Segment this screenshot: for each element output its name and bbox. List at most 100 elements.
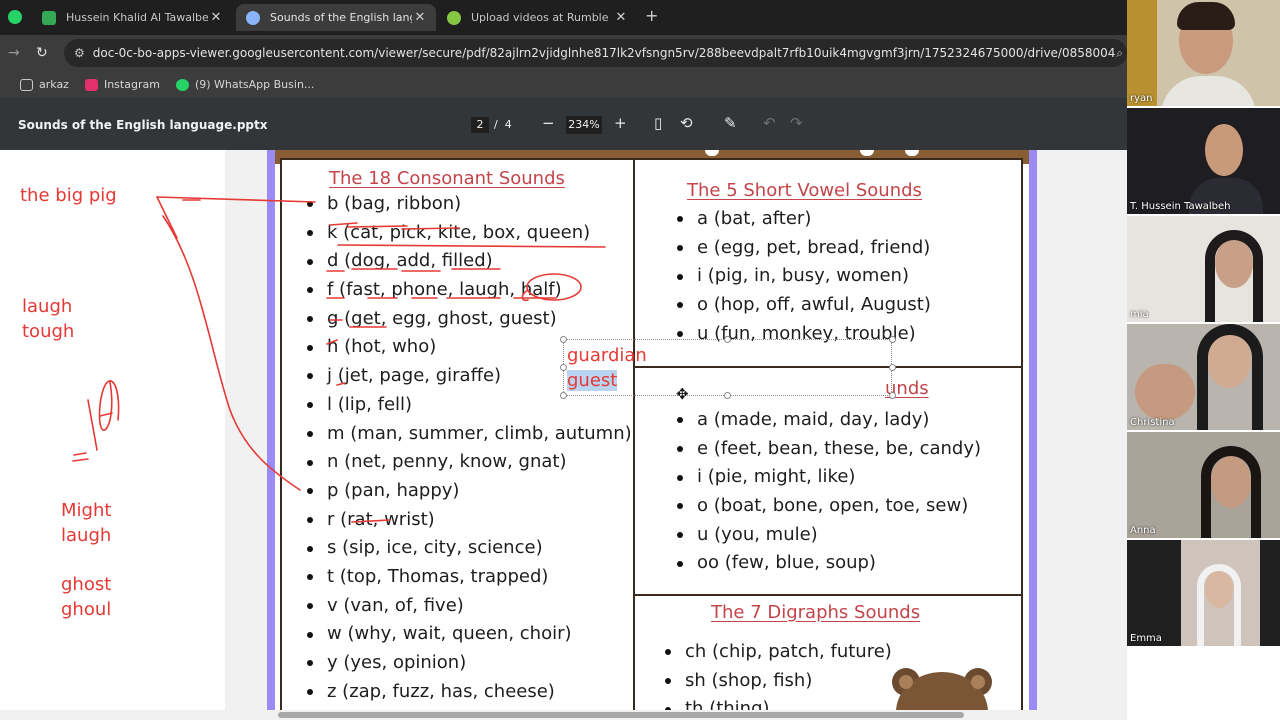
participant-tile[interactable]: Emma [1127, 540, 1280, 646]
resize-handle[interactable] [724, 392, 731, 399]
sound-item: u (you, mule) [677, 521, 981, 550]
bullet [307, 230, 313, 237]
sound-item: k (cat, pick, kite, box, queen) [307, 219, 632, 248]
sound-text: v (van, of, five) [327, 594, 464, 616]
sound-text: o (boat, bone, open, toe, sew) [697, 495, 969, 517]
resize-handle[interactable] [889, 336, 896, 343]
document-title: Sounds of the English language.pptx [18, 118, 268, 132]
close-icon[interactable]: ✕ [412, 10, 428, 25]
bullet [677, 417, 683, 424]
sound-item: z (zap, fuzz, has, cheese) [307, 678, 632, 707]
address-bar[interactable]: ⚙ doc-0c-bo-apps-viewer.googleuserconten… [64, 39, 1127, 67]
close-icon[interactable]: ✕ [208, 10, 224, 25]
resize-handle[interactable] [560, 364, 567, 371]
participant-tile[interactable]: mia [1127, 216, 1280, 322]
sound-item: oo (few, blue, soup) [677, 549, 981, 578]
zoom-out-button[interactable]: − [542, 114, 555, 132]
bullet [677, 273, 683, 280]
sound-item: e (feet, bean, these, be, candy) [677, 435, 981, 464]
annotate-icon[interactable]: ✎ [724, 114, 737, 132]
sound-item: t (top, Thomas, trapped) [307, 563, 632, 592]
resize-handle[interactable] [560, 392, 567, 399]
bullet [677, 560, 683, 567]
zoom-icon[interactable]: ⌕ [1116, 46, 1123, 61]
zoom-input[interactable]: 234% [566, 116, 602, 134]
page-number-input[interactable]: 2 [471, 117, 489, 133]
participant-tile[interactable]: ryan [1127, 0, 1280, 106]
participant-hijab [1197, 324, 1263, 430]
annotation-the-big-pig: the big pig [20, 185, 117, 206]
sound-text: b (bag, ribbon) [327, 193, 462, 214]
tab-hussein-sheet[interactable]: Hussein Khalid Al Tawalbeh - Go ✕ [32, 4, 232, 31]
bookmarks-bar: arkaz Instagram (9) WhatsApp Busin... [0, 71, 1127, 98]
sound-item: o (boat, bone, open, toe, sew) [677, 492, 981, 521]
textbox-line-guest-selected[interactable]: guest [567, 370, 618, 391]
new-tab-button[interactable]: + [645, 6, 658, 25]
bullet [307, 201, 313, 208]
bookmark-label: Instagram [103, 78, 160, 91]
url-text: doc-0c-bo-apps-viewer.googleusercontent.… [92, 46, 1117, 60]
bullet [307, 574, 313, 581]
sound-text: s (sip, ice, city, science) [327, 537, 543, 559]
participant-hand [1135, 364, 1195, 420]
document-viewport[interactable]: The 18 Consonant Sounds b (bag, ribbon) k… [0, 150, 1127, 710]
bullet [677, 474, 683, 481]
sound-item: r (rat, wrist) [307, 506, 632, 535]
bookmark-arkaz[interactable]: arkaz [20, 78, 69, 91]
site-settings-icon[interactable]: ⚙ [74, 46, 85, 60]
tab-sounds-english[interactable]: Sounds of the English language ✕ [236, 4, 436, 31]
annotation-laugh: laugh [22, 296, 73, 317]
participant-tile[interactable]: Anna [1127, 432, 1280, 538]
sound-text: f (fast, phone, laugh, half) [327, 279, 562, 301]
move-cursor-icon[interactable]: ✥ [676, 385, 689, 403]
resize-handle[interactable] [889, 392, 896, 399]
resize-handle[interactable] [560, 336, 567, 343]
bookmark-label: arkaz [39, 78, 69, 91]
sound-item: n (net, penny, know, gnat) [307, 448, 632, 477]
close-icon[interactable]: ✕ [613, 10, 629, 25]
screen: Hussein Khalid Al Tawalbeh - Go ✕ Sounds… [0, 0, 1280, 720]
pdf-toolbar: Sounds of the English language.pptx 2 / … [0, 98, 1127, 150]
rumble-icon [447, 10, 461, 25]
sound-item: d (dog, add, filled) [307, 247, 632, 276]
whatsapp-business-icon[interactable] [8, 10, 22, 24]
participant-tile[interactable]: Christina [1127, 324, 1280, 430]
textbox-line-guardian[interactable]: guardian [567, 345, 647, 366]
sound-item: b (bag, ribbon) [307, 190, 632, 219]
sound-item: th (thing) [665, 695, 892, 710]
video-participants: ryan T. Hussein Tawalbeh mia Christina A… [1127, 0, 1280, 720]
zoom-in-button[interactable]: + [614, 114, 627, 132]
annotation-text-box[interactable]: guardian guest ✥ [560, 336, 896, 403]
reload-icon[interactable]: ↻ [36, 45, 48, 61]
sound-text: a (made, maid, day, lady) [697, 409, 930, 430]
bullet [307, 488, 313, 495]
participant-tile[interactable]: T. Hussein Tawalbeh [1127, 108, 1280, 214]
bookmark-instagram[interactable]: Instagram [84, 78, 160, 91]
tab-bar: Hussein Khalid Al Tawalbeh - Go ✕ Sounds… [0, 0, 1127, 35]
resize-handle[interactable] [889, 364, 896, 371]
fit-page-icon[interactable]: ▯ [654, 114, 662, 132]
forward-icon[interactable]: → [8, 45, 20, 61]
rotate-icon[interactable]: ⟲ [680, 114, 693, 132]
participant-hijab [1205, 230, 1263, 322]
sound-item: a (bat, after) [677, 205, 931, 234]
long-vowels-list: a (made, maid, day, lady) e (feet, bean, … [677, 406, 981, 578]
bullet [677, 245, 683, 252]
tab-title: Sounds of the English language [270, 11, 412, 24]
bullet [307, 402, 313, 409]
scrollbar-thumb[interactable] [278, 712, 964, 718]
digraphs-list: ch (chip, patch, future) sh (shop, fish) t… [665, 638, 892, 710]
tab-rumble[interactable]: Upload videos at Rumble ✕ [437, 4, 637, 31]
participant-name: Anna [1130, 525, 1156, 536]
resize-handle[interactable] [724, 336, 731, 343]
redo-icon[interactable]: ↷ [790, 114, 803, 132]
short-vowels-title: The 5 Short Vowel Sounds [687, 180, 922, 201]
undo-icon[interactable]: ↶ [763, 114, 776, 132]
bullet [665, 678, 671, 685]
horizontal-scrollbar[interactable] [0, 710, 1127, 720]
sound-item: a (made, maid, day, lady) [677, 406, 981, 435]
bookmark-whatsapp[interactable]: (9) WhatsApp Busin... [175, 78, 314, 91]
sound-text: e (egg, pet, bread, friend) [697, 236, 931, 258]
sound-item: i (pig, in, busy, women) [677, 262, 931, 291]
sound-text: i (pig, in, busy, women) [697, 265, 909, 287]
